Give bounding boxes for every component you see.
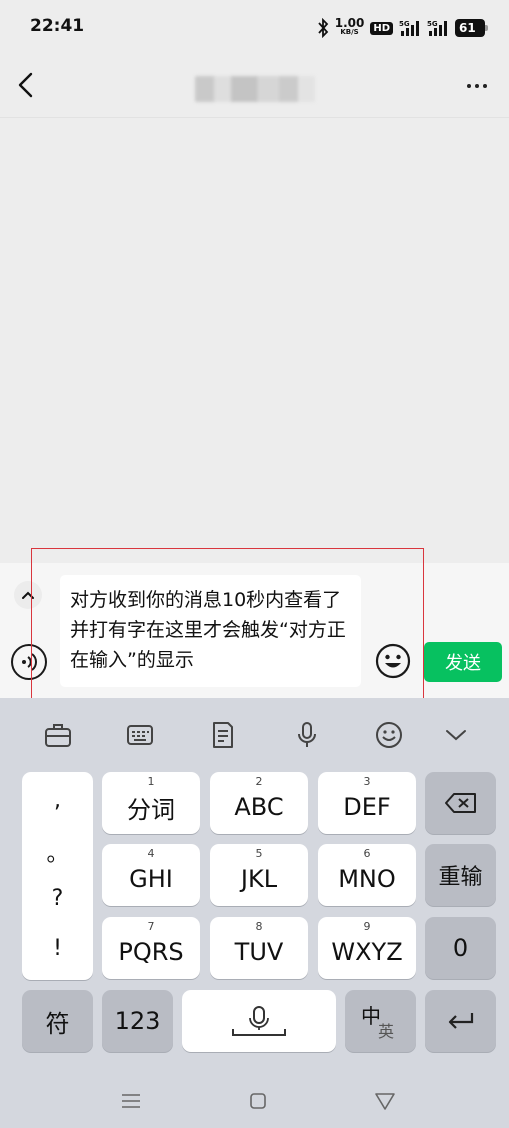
enter-key[interactable] [425,990,496,1052]
key-6-mno[interactable]: 6 MNO [318,844,416,906]
status-bar: 22:41 1.00 KB/S HD 5G 5G 61 [0,0,509,56]
more-button[interactable] [461,74,493,98]
punct-exclaim-key[interactable]: ! [22,936,93,961]
keyboard-toolbar [0,698,509,770]
toolbox-icon[interactable] [43,720,73,750]
key-1-fenci[interactable]: 1 分词 [102,772,200,834]
back-triangle-icon [375,1093,395,1110]
network-speed: 1.00 KB/S [334,16,365,36]
backspace-icon [444,793,476,813]
svg-text:5G: 5G [399,20,410,28]
voice-input-button[interactable] [11,644,47,680]
punct-comma-key[interactable]: , [22,788,93,813]
reenter-key[interactable]: 重输 [425,844,496,906]
voice-icon [22,653,37,671]
key-5-jkl[interactable]: 5 JKL [210,844,308,906]
contact-name-blurred [195,76,315,102]
hd-badge: HD [370,21,393,35]
numeric-key[interactable]: 123 [102,990,173,1052]
more-dot [475,84,479,88]
chat-header [0,56,509,118]
key-7-pqrs[interactable]: 7 PQRS [102,917,200,979]
zero-key[interactable]: 0 [425,917,496,979]
message-input-bar: 对方收到你的消息10秒内查看了并打有字在这里才会触发“对方正在输入”的显示 发送 [0,563,509,698]
status-time: 22:41 [30,16,85,36]
enter-icon [448,1013,473,1029]
symbol-key[interactable]: 符 [22,990,93,1052]
ime-keyboard: , 。 ? ! 1 分词 2 ABC 3 DEF 4 GHI 5 JKL 6 M… [0,698,509,1128]
menu-nav-button[interactable] [118,1088,144,1114]
hide-keyboard-icon[interactable] [441,720,471,750]
key-9-wxyz[interactable]: 9 WXYZ [318,917,416,979]
emoji-keyboard-icon[interactable] [374,720,404,750]
key-3-def[interactable]: 3 DEF [318,772,416,834]
expand-toggle-button[interactable] [14,581,42,609]
chevron-up-icon [22,591,34,599]
battery-icon: 61 [455,19,488,37]
key-2-abc[interactable]: 2 ABC [210,772,308,834]
menu-icon [122,1094,140,1108]
battery-level: 61 [459,21,476,35]
microphone-icon[interactable] [292,720,322,750]
key-4-ghi[interactable]: 4 GHI [102,844,200,906]
space-mic-icon [232,1006,286,1036]
more-dot [483,84,487,88]
punct-period-key[interactable]: 。 [22,836,93,868]
back-button[interactable] [12,70,42,100]
back-nav-button[interactable] [372,1088,398,1114]
signal-icon: 5G [399,20,419,36]
more-dot [467,84,471,88]
keyboard-layout-icon[interactable] [125,720,155,750]
home-nav-button[interactable] [245,1088,271,1114]
system-nav-bar [0,1072,509,1128]
emoji-button[interactable] [375,643,411,679]
punctuation-column[interactable]: , 。 ? ! [22,772,93,980]
message-input-field[interactable]: 对方收到你的消息10秒内查看了并打有字在这里才会触发“对方正在输入”的显示 [60,575,361,687]
svg-text:5G: 5G [427,20,438,28]
backspace-key[interactable] [425,772,496,834]
home-square-icon [250,1093,266,1109]
chat-message-area[interactable] [0,119,509,563]
space-key[interactable] [182,990,336,1052]
key-8-tuv[interactable]: 8 TUV [210,917,308,979]
status-icons: 1.00 KB/S HD 5G 5G 61 [317,16,488,40]
lang-sub-label: 英 [378,1022,395,1041]
punct-question-key[interactable]: ? [22,886,93,911]
clipboard-note-icon[interactable] [208,720,238,750]
signal-icon-2: 5G [427,20,447,36]
language-switch-key[interactable]: 中 英 [345,990,416,1052]
send-button[interactable]: 发送 [424,642,502,682]
bluetooth-icon [318,18,328,38]
